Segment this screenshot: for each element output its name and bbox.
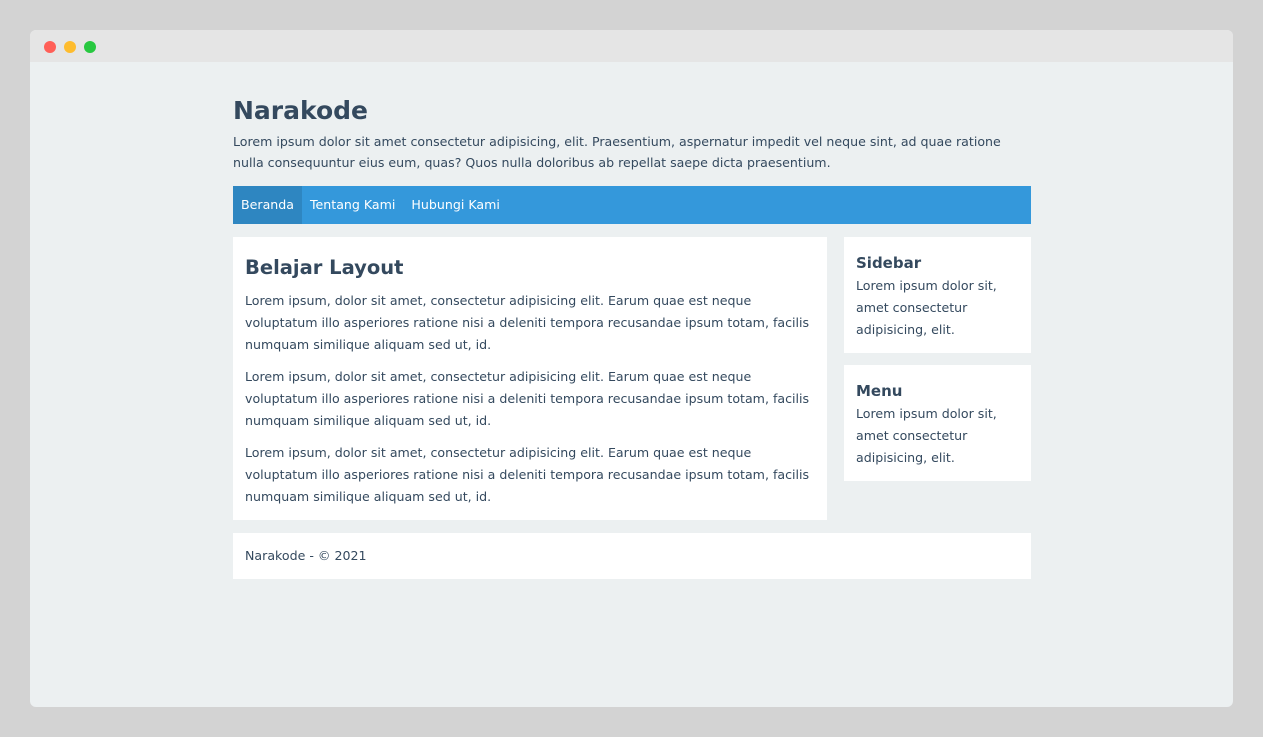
- sidebar: Sidebar Lorem ipsum dolor sit, amet cons…: [844, 237, 1031, 481]
- widget-text: Lorem ipsum dolor sit, amet consectetur …: [856, 278, 997, 337]
- minimize-window-icon[interactable]: [64, 41, 76, 53]
- article-paragraph: Lorem ipsum, dolor sit amet, consectetur…: [245, 293, 810, 352]
- site-title: Narakode: [233, 96, 368, 125]
- nav-item-tentang-kami[interactable]: Tentang Kami: [302, 186, 403, 224]
- page-container: Narakode Lorem ipsum dolor sit amet cons…: [233, 62, 1031, 579]
- widget-text: Lorem ipsum dolor sit, amet consectetur …: [856, 406, 997, 465]
- browser-window: Narakode Lorem ipsum dolor sit amet cons…: [30, 30, 1233, 707]
- article-title: Belajar Layout: [245, 256, 404, 279]
- site-description: Lorem ipsum dolor sit amet consectetur a…: [233, 134, 1001, 170]
- window-titlebar: [30, 30, 1233, 62]
- widget-title: Sidebar: [856, 254, 922, 272]
- main-content: Belajar Layout Lorem ipsum, dolor sit am…: [233, 237, 827, 520]
- content-row: Belajar Layout Lorem ipsum, dolor sit am…: [233, 237, 1031, 520]
- maximize-window-icon[interactable]: [84, 41, 96, 53]
- nav-item-beranda[interactable]: Beranda: [233, 186, 302, 224]
- article-paragraph: Lorem ipsum, dolor sit amet, consectetur…: [245, 445, 810, 504]
- article-paragraph: Lorem ipsum, dolor sit amet, consectetur…: [245, 369, 810, 428]
- menu-widget: Menu Lorem ipsum dolor sit, amet consect…: [844, 365, 1031, 481]
- main-navigation: Beranda Tentang Kami Hubungi Kami: [233, 186, 1031, 224]
- page-footer: Narakode - © 2021: [233, 533, 1031, 579]
- widget-title: Menu: [856, 382, 903, 400]
- close-window-icon[interactable]: [44, 41, 56, 53]
- sidebar-widget: Sidebar Lorem ipsum dolor sit, amet cons…: [844, 237, 1031, 353]
- nav-item-hubungi-kami[interactable]: Hubungi Kami: [403, 186, 507, 224]
